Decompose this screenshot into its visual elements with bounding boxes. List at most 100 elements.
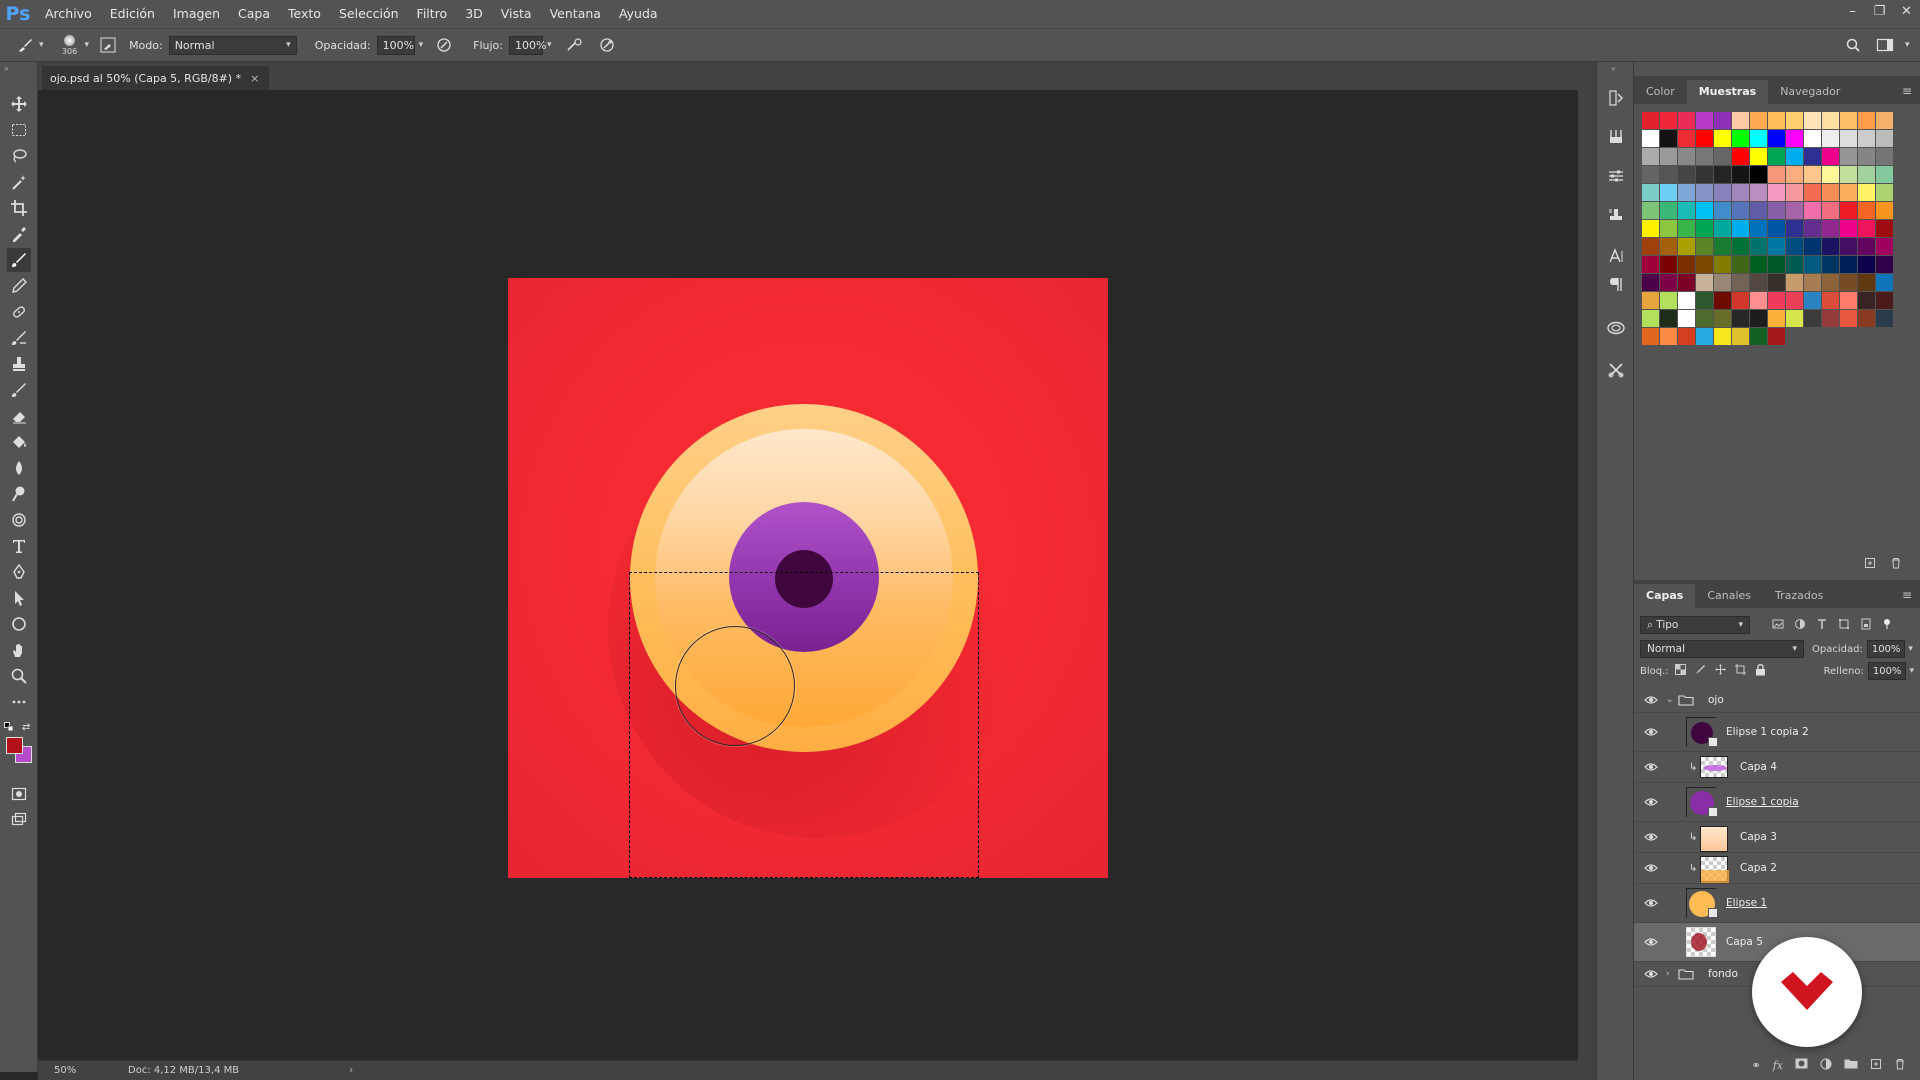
pressure-opacity-icon[interactable]: [433, 34, 455, 56]
workspace-icon[interactable]: [1874, 34, 1896, 56]
libraries-panel-icon[interactable]: [1604, 316, 1628, 340]
color-swatch[interactable]: [1822, 256, 1839, 273]
color-swatch[interactable]: [1786, 256, 1803, 273]
color-swatch[interactable]: [1696, 148, 1713, 165]
trash-icon[interactable]: [1894, 1058, 1906, 1073]
layer-row-capa-3[interactable]: ↳ Capa 3: [1634, 822, 1920, 853]
flow-field[interactable]: 100%: [509, 35, 546, 55]
color-swatch[interactable]: [1858, 166, 1875, 183]
color-swatch[interactable]: [1858, 274, 1875, 291]
color-swatch[interactable]: [1642, 328, 1659, 345]
color-swatch[interactable]: [1786, 184, 1803, 201]
color-swatch[interactable]: [1804, 238, 1821, 255]
color-swatch[interactable]: [1768, 130, 1785, 147]
color-swatch[interactable]: [1750, 148, 1767, 165]
color-swatch[interactable]: [1678, 166, 1695, 183]
visibility-eye-icon[interactable]: [1643, 895, 1659, 911]
color-swatch[interactable]: [1732, 202, 1749, 219]
color-swatch[interactable]: [1768, 148, 1785, 165]
color-swatch[interactable]: [1840, 238, 1857, 255]
color-swatch[interactable]: [1750, 202, 1767, 219]
color-swatch[interactable]: [1678, 220, 1695, 237]
visibility-eye-icon[interactable]: [1643, 934, 1659, 950]
color-swatch[interactable]: [1876, 238, 1893, 255]
color-swatch[interactable]: [1642, 202, 1659, 219]
eraser-tool-icon[interactable]: [7, 404, 31, 428]
color-swatch[interactable]: [1696, 166, 1713, 183]
chevron-down-icon[interactable]: ⌄: [1666, 695, 1674, 705]
color-swatch[interactable]: [1840, 112, 1857, 129]
color-swatch[interactable]: [1732, 310, 1749, 327]
layer-row-capa-2[interactable]: ↳ Capa 2: [1634, 853, 1920, 884]
color-swatch[interactable]: [1696, 256, 1713, 273]
visibility-eye-icon[interactable]: [1643, 794, 1659, 810]
tab-navegador[interactable]: Navegador: [1768, 80, 1852, 104]
menu-archivo[interactable]: Archivo: [36, 0, 101, 28]
menu-ventana[interactable]: Ventana: [541, 0, 610, 28]
color-swatch[interactable]: [1678, 112, 1695, 129]
document-tab[interactable]: ojo.psd al 50% (Capa 5, RGB/8#) * ×: [42, 66, 270, 90]
history-brush-tool-icon[interactable]: [7, 326, 31, 350]
fx-icon[interactable]: fx: [1773, 1059, 1783, 1072]
healing-brush-tool-icon[interactable]: [7, 300, 31, 324]
chevron-down-icon[interactable]: ▾: [1908, 644, 1913, 654]
color-swatch[interactable]: [1714, 184, 1731, 201]
tab-trazados[interactable]: Trazados: [1763, 584, 1835, 608]
link-icon[interactable]: ⚭: [1752, 1059, 1761, 1072]
color-swatch[interactable]: [1876, 184, 1893, 201]
color-swatch[interactable]: [1840, 166, 1857, 183]
visibility-eye-icon[interactable]: [1643, 829, 1659, 845]
trash-icon[interactable]: [1890, 557, 1902, 572]
color-swatch[interactable]: [1696, 112, 1713, 129]
color-swatch[interactable]: [1822, 130, 1839, 147]
visibility-eye-icon[interactable]: [1643, 966, 1659, 982]
color-swatch[interactable]: [1660, 184, 1677, 201]
color-swatch[interactable]: [1768, 202, 1785, 219]
color-swatch[interactable]: [1642, 274, 1659, 291]
color-swatch[interactable]: [1876, 130, 1893, 147]
color-swatch[interactable]: [1678, 148, 1695, 165]
foreground-color-swatch[interactable]: [6, 737, 23, 754]
layer-opacity-field[interactable]: 100%: [1866, 640, 1906, 658]
filter-adjustment-icon[interactable]: [1794, 618, 1806, 633]
pencil-tool-icon[interactable]: [7, 274, 31, 298]
menu-capa[interactable]: Capa: [229, 0, 279, 28]
color-swatch[interactable]: [1822, 274, 1839, 291]
lock-pixels-icon[interactable]: [1695, 664, 1706, 678]
paragraph-panel-icon[interactable]: [1604, 272, 1628, 296]
color-swatch[interactable]: [1786, 112, 1803, 129]
color-swatch[interactable]: [1732, 274, 1749, 291]
quick-mask-icon[interactable]: [7, 782, 31, 806]
restore-button[interactable]: ❐: [1866, 0, 1893, 22]
layer-row-elipse-1-copia-2[interactable]: Elipse 1 copia 2: [1634, 713, 1920, 752]
screen-mode-icon[interactable]: [7, 808, 31, 832]
color-swatch[interactable]: [1660, 256, 1677, 273]
chevron-right-icon[interactable]: ›: [1666, 969, 1670, 979]
status-menu-arrow[interactable]: ›: [349, 1065, 353, 1076]
color-swatch[interactable]: [1840, 130, 1857, 147]
opacity-field[interactable]: 100%: [376, 35, 415, 55]
tab-color[interactable]: Color: [1634, 80, 1687, 104]
color-swatch[interactable]: [1804, 292, 1821, 309]
color-swatch[interactable]: [1750, 112, 1767, 129]
eyedropper-tool-icon[interactable]: [7, 222, 31, 246]
search-icon[interactable]: [1842, 34, 1864, 56]
color-swatch[interactable]: [1822, 166, 1839, 183]
adjustment-icon[interactable]: [1820, 1058, 1832, 1073]
color-swatch[interactable]: [1642, 166, 1659, 183]
move-tool-icon[interactable]: [7, 92, 31, 116]
color-swatch[interactable]: [1696, 238, 1713, 255]
color-swatch[interactable]: [1732, 238, 1749, 255]
menu-seleccion[interactable]: Selección: [330, 0, 408, 28]
color-swatch[interactable]: [1642, 130, 1659, 147]
color-swatch[interactable]: [1732, 166, 1749, 183]
dodge-tool-icon[interactable]: [7, 482, 31, 506]
color-swatch[interactable]: [1768, 220, 1785, 237]
color-swatch[interactable]: [1714, 238, 1731, 255]
color-swatch[interactable]: [1786, 130, 1803, 147]
pressure-size-icon[interactable]: [596, 34, 618, 56]
lock-all-icon[interactable]: [1755, 663, 1766, 679]
color-swatch[interactable]: [1732, 256, 1749, 273]
color-swatch[interactable]: [1660, 292, 1677, 309]
crop-tool-icon[interactable]: [7, 196, 31, 220]
